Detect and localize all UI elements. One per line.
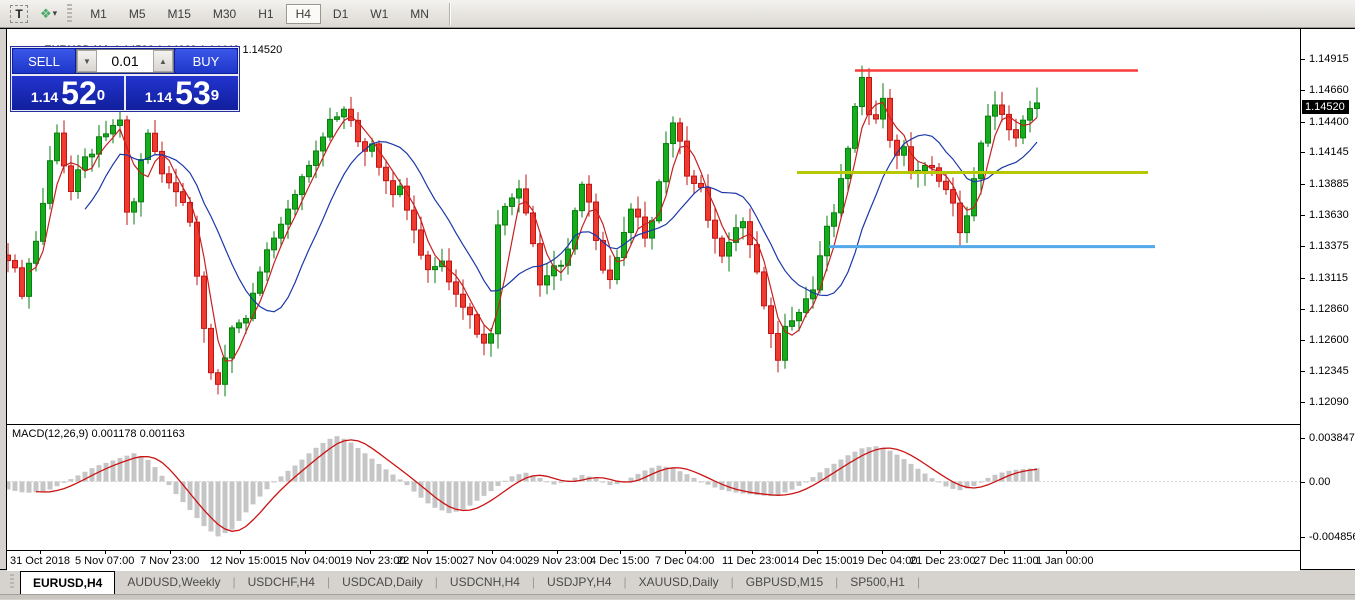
time-axis[interactable]: 31 Oct 2018 5 Nov 07:00 7 Nov 23:00 12 Nov … bbox=[7, 551, 1300, 571]
toolbar-grip[interactable] bbox=[67, 4, 72, 24]
macd-signal-line bbox=[36, 440, 1037, 531]
chart-window: ▲EURUSD,H4 1.14596 1.14669 1.14449 1.145… bbox=[0, 28, 1355, 570]
chart-tabs-bar: EURUSD,H4AUDUSD,Weekly|USDCHF,H4|USDCAD,… bbox=[0, 570, 1355, 594]
time-label: 21 Dec 23:00 bbox=[910, 555, 975, 567]
time-label: 19 Dec 04:00 bbox=[852, 555, 917, 567]
volume-stepper: ▼ 0.01 ▲ bbox=[76, 49, 174, 73]
price-label: 1.12090 bbox=[1309, 396, 1349, 408]
tab-separator: | bbox=[917, 570, 920, 594]
time-label: 12 Nov 15:00 bbox=[210, 555, 275, 567]
price-label: 1.13115 bbox=[1309, 272, 1348, 284]
sell-price-pip: 0 bbox=[97, 84, 105, 108]
timeframe-h4[interactable]: H4 bbox=[286, 4, 321, 24]
time-label: 5 Nov 07:00 bbox=[75, 555, 134, 567]
timeframe-d1[interactable]: D1 bbox=[323, 4, 358, 24]
tab-usdchf-h4[interactable]: USDCHF,H4 bbox=[236, 570, 327, 594]
price-label: 1.12600 bbox=[1309, 334, 1349, 346]
price-label: 1.14660 bbox=[1309, 84, 1349, 96]
macd-name: MACD(12,26,9) bbox=[12, 428, 88, 440]
time-label: 27 Nov 04:00 bbox=[462, 555, 527, 567]
time-label: 7 Dec 04:00 bbox=[655, 555, 714, 567]
timeframe-m5[interactable]: M5 bbox=[119, 4, 156, 24]
price-label: 1.13375 bbox=[1309, 240, 1349, 252]
timeframe-w1[interactable]: W1 bbox=[360, 4, 398, 24]
current-price-badge: 1.14520 bbox=[1302, 100, 1349, 114]
volume-increase-button[interactable]: ▲ bbox=[153, 50, 173, 72]
timeframe-m1[interactable]: M1 bbox=[80, 4, 117, 24]
buy-price-prefix: 1.14 bbox=[145, 88, 172, 108]
timeframe-group: M1M5M15M30H1H4D1W1MN bbox=[80, 4, 439, 24]
sell-price[interactable]: 1.14 52 0 bbox=[12, 76, 126, 110]
volume-decrease-button[interactable]: ▼ bbox=[77, 50, 97, 72]
price-label: 1.14400 bbox=[1309, 116, 1349, 128]
time-label: 27 Dec 11:00 bbox=[974, 555, 1039, 567]
one-click-trade-panel: SELL ▼ 0.01 ▲ BUY 1.14 52 0 1.14 53 9 bbox=[11, 47, 239, 111]
price-label: 1.12860 bbox=[1309, 303, 1349, 315]
tab-eurusd-h4[interactable]: EURUSD,H4 bbox=[20, 571, 115, 594]
arrange-symbols-button[interactable]: ❖ ▾ bbox=[36, 3, 61, 25]
time-label: 1 Jan 00:00 bbox=[1036, 555, 1094, 567]
buy-price-pip: 9 bbox=[211, 84, 219, 108]
price-axis[interactable]: 1.14915 1.14660 1.14400 1.14145 1.13885 1.136… bbox=[1300, 29, 1355, 569]
timeframe-m30[interactable]: M30 bbox=[203, 4, 246, 24]
tab-audusd-weekly[interactable]: AUDUSD,Weekly bbox=[115, 570, 232, 594]
tabs-grip bbox=[10, 574, 14, 590]
price-label: 1.12345 bbox=[1309, 365, 1349, 377]
timeframe-mn[interactable]: MN bbox=[400, 4, 439, 24]
tab-sp500-h1[interactable]: SP500,H1 bbox=[838, 570, 917, 594]
sell-button[interactable]: SELL bbox=[13, 49, 75, 73]
tab-usdjpy-h4[interactable]: USDJPY,H4 bbox=[535, 570, 623, 594]
price-label: 1.14915 bbox=[1309, 53, 1349, 65]
symbols-icon: ❖ bbox=[40, 6, 50, 22]
price-label: 1.14145 bbox=[1309, 146, 1349, 158]
macd-axis-label: 0.00 bbox=[1309, 476, 1330, 488]
time-label: 19 Nov 23:00 bbox=[340, 555, 405, 567]
left-gutter bbox=[0, 29, 7, 569]
price-label: 1.13630 bbox=[1309, 209, 1349, 221]
time-label: 7 Nov 23:00 bbox=[140, 555, 199, 567]
tab-usdcad-daily[interactable]: USDCAD,Daily bbox=[330, 570, 435, 594]
macd-axis-label: 0.003847 bbox=[1309, 432, 1355, 444]
macd-label: MACD(12,26,9) 0.001178 0.001163 bbox=[12, 428, 185, 440]
sell-price-prefix: 1.14 bbox=[31, 88, 58, 108]
sell-price-main: 52 bbox=[61, 78, 97, 108]
volume-value[interactable]: 0.01 bbox=[97, 50, 153, 72]
text-tool-icon: T bbox=[10, 5, 28, 23]
time-label: 31 Oct 2018 bbox=[10, 555, 70, 567]
close-value: 1.14520 bbox=[242, 44, 282, 56]
price-label: 1.13885 bbox=[1309, 178, 1349, 190]
time-label: 22 Nov 15:00 bbox=[397, 555, 462, 567]
chart-column: ▲EURUSD,H4 1.14596 1.14669 1.14449 1.145… bbox=[7, 29, 1300, 569]
buy-price[interactable]: 1.14 53 9 bbox=[126, 76, 238, 110]
macd-signal-value: 0.001163 bbox=[140, 428, 185, 440]
time-label: 14 Dec 15:00 bbox=[787, 555, 852, 567]
time-label: 15 Nov 04:00 bbox=[275, 555, 340, 567]
buy-button[interactable]: BUY bbox=[175, 49, 237, 73]
tab-xauusd-daily[interactable]: XAUUSD,Daily bbox=[627, 570, 731, 594]
text-tool-button[interactable]: T bbox=[4, 3, 34, 25]
toolbar-separator bbox=[449, 3, 450, 25]
top-toolbar: T ❖ ▾ M1M5M15M30H1H4D1W1MN bbox=[0, 0, 1355, 28]
tab-usdcnh-h4[interactable]: USDCNH,H4 bbox=[438, 570, 532, 594]
bottom-strip bbox=[0, 594, 1355, 599]
time-label: 11 Dec 23:00 bbox=[722, 555, 787, 567]
macd-axis-label: -0.004856 bbox=[1309, 531, 1355, 543]
macd-pane[interactable] bbox=[7, 425, 1300, 550]
time-label: 4 Dec 15:00 bbox=[590, 555, 649, 567]
buy-price-main: 53 bbox=[175, 78, 211, 108]
macd-main-value: 0.001178 bbox=[91, 428, 136, 440]
chevron-down-icon: ▾ bbox=[53, 8, 58, 19]
tab-gbpusd-m15[interactable]: GBPUSD,M15 bbox=[734, 570, 835, 594]
ma-slow-line bbox=[85, 135, 1037, 312]
timeframe-m15[interactable]: M15 bbox=[158, 4, 201, 24]
timeframe-h1[interactable]: H1 bbox=[248, 4, 283, 24]
time-label: 29 Nov 23:00 bbox=[527, 555, 592, 567]
